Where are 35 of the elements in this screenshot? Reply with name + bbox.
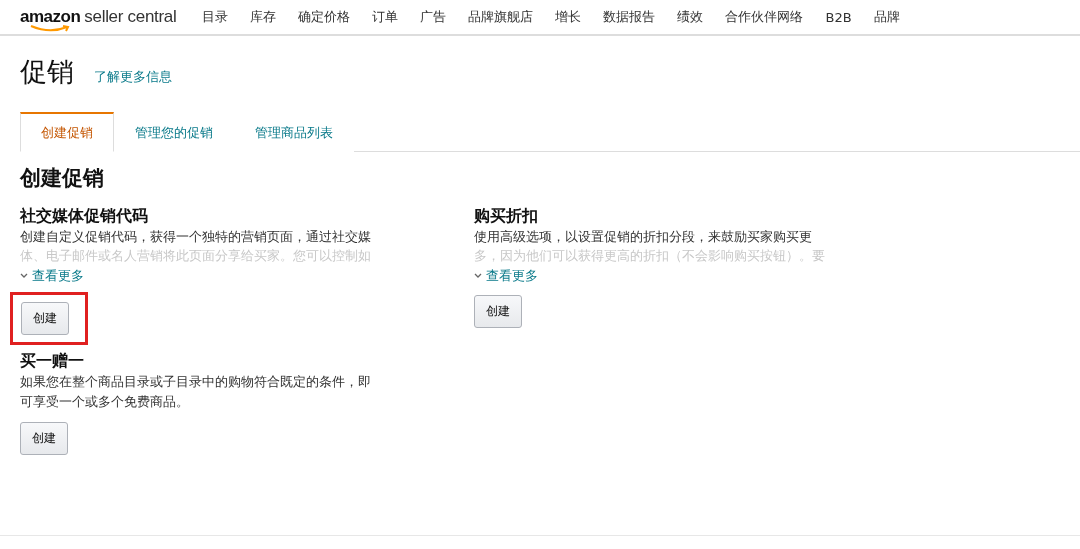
nav-link[interactable]: 确定价格 (298, 8, 351, 26)
create-button[interactable]: 创建 (21, 302, 69, 335)
product-name: seller central (84, 7, 177, 27)
create-button[interactable]: 创建 (20, 422, 68, 455)
learn-more-link[interactable]: 了解更多信息 (94, 68, 172, 86)
see-more-text: 查看更多 (486, 267, 538, 285)
nav-link[interactable]: 品牌 (873, 8, 900, 26)
nav-link[interactable]: 广告 (420, 8, 447, 26)
chevron-down-icon (20, 273, 28, 279)
create-button[interactable]: 创建 (474, 295, 522, 328)
chevron-down-icon (474, 273, 482, 279)
tab[interactable]: 创建促销 (20, 112, 114, 152)
card-title: 社交媒体促销代码 (20, 206, 149, 227)
nav-link[interactable]: 合作伙伴网络 (725, 8, 804, 26)
see-more-link[interactable]: 查看更多 (474, 267, 894, 285)
nav-link[interactable]: 数据报告 (603, 8, 656, 26)
see-more-link[interactable]: 查看更多 (20, 267, 454, 285)
description-text: 创建自定义促销代码，获得一个独特的营销页面，通过社交媒 (20, 228, 372, 246)
brand-logo[interactable]: amazon (20, 7, 81, 27)
card-title: 买一赠一 (20, 351, 85, 372)
nav-link[interactable]: 订单 (372, 8, 399, 26)
see-more-text: 查看更多 (32, 267, 84, 285)
page-title: 促销 (20, 55, 74, 89)
description-text: 可享受一个或多个免费商品。 (20, 393, 190, 411)
card-title: 购买折扣 (474, 206, 539, 227)
nav-link[interactable]: 绩效 (677, 8, 704, 26)
section-title: 创建促销 (20, 165, 105, 192)
nav-link[interactable]: B2B (825, 9, 852, 25)
nav-link[interactable]: 品牌旗舰店 (468, 8, 534, 26)
description-text: 如果您在整个商品目录或子目录中的购物符合既定的条件，即 (20, 373, 372, 391)
nav-link[interactable]: 库存 (250, 8, 277, 26)
nav-link[interactable]: 增长 (555, 8, 582, 26)
description-text: 使用高级选项，以设置促销的折扣分段，来鼓励买家购买更 (474, 228, 813, 246)
nav-link[interactable]: 目录 (202, 8, 229, 26)
smile-icon (30, 25, 70, 33)
